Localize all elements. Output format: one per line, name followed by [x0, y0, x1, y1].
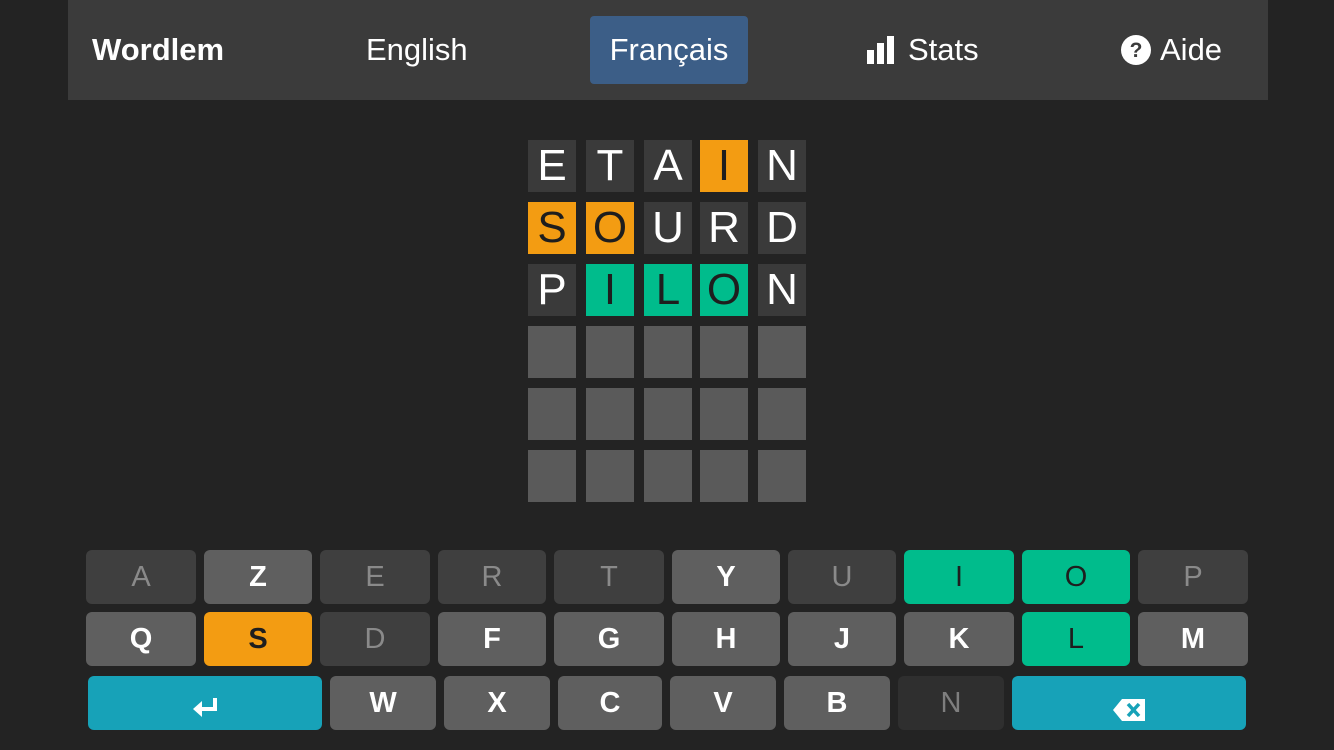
board-tile: [644, 326, 692, 378]
key-w[interactable]: W: [330, 676, 436, 730]
key-h[interactable]: H: [672, 612, 780, 666]
key-j[interactable]: J: [788, 612, 896, 666]
board-tile: [700, 450, 748, 502]
help-link[interactable]: ? Aide: [1120, 0, 1222, 100]
backspace-icon: [1112, 698, 1146, 722]
board-tile: [644, 388, 692, 440]
board-tile: U: [644, 202, 692, 254]
app-brand[interactable]: Wordlem: [92, 0, 224, 100]
board-tile: N: [758, 264, 806, 316]
key-x[interactable]: X: [444, 676, 550, 730]
board-tile: [586, 450, 634, 502]
language-french-link[interactable]: Français: [590, 16, 748, 84]
backspace-key[interactable]: [1012, 676, 1246, 730]
board-tile: N: [758, 140, 806, 192]
board-tile: [644, 450, 692, 502]
enter-icon: [190, 696, 220, 724]
key-e[interactable]: E: [320, 550, 430, 604]
bar-chart-icon: [866, 35, 900, 65]
key-l[interactable]: L: [1022, 612, 1130, 666]
key-q[interactable]: Q: [86, 612, 196, 666]
board-tile: [586, 388, 634, 440]
board-tile: D: [758, 202, 806, 254]
help-label: Aide: [1160, 32, 1223, 67]
key-p[interactable]: P: [1138, 550, 1248, 604]
board-tile: [700, 388, 748, 440]
board-tile: I: [586, 264, 634, 316]
board-tile: O: [700, 264, 748, 316]
key-m[interactable]: M: [1138, 612, 1248, 666]
board-tile: [758, 388, 806, 440]
key-i[interactable]: I: [904, 550, 1014, 604]
board-tile: L: [644, 264, 692, 316]
board-tile: [700, 326, 748, 378]
key-t[interactable]: T: [554, 550, 664, 604]
key-y[interactable]: Y: [672, 550, 780, 604]
board-tile: P: [528, 264, 576, 316]
board-tile: T: [586, 140, 634, 192]
key-o[interactable]: O: [1022, 550, 1130, 604]
board-tile: [758, 326, 806, 378]
stats-link[interactable]: Stats: [866, 0, 979, 100]
language-english-link[interactable]: English: [366, 0, 468, 100]
board-tile: S: [528, 202, 576, 254]
question-circle-icon: ?: [1120, 34, 1152, 66]
key-c[interactable]: C: [558, 676, 662, 730]
key-z[interactable]: Z: [204, 550, 312, 604]
board-tile: [528, 326, 576, 378]
key-a[interactable]: A: [86, 550, 196, 604]
key-f[interactable]: F: [438, 612, 546, 666]
board-tile: O: [586, 202, 634, 254]
board-tile: A: [644, 140, 692, 192]
key-g[interactable]: G: [554, 612, 664, 666]
key-b[interactable]: B: [784, 676, 890, 730]
board-tile: R: [700, 202, 748, 254]
key-k[interactable]: K: [904, 612, 1014, 666]
key-d[interactable]: D: [320, 612, 430, 666]
key-s[interactable]: S: [204, 612, 312, 666]
enter-key[interactable]: [88, 676, 322, 730]
board-tile: [528, 388, 576, 440]
board-tile: [758, 450, 806, 502]
top-navbar: Wordlem English Français Stats ? Aide: [68, 0, 1268, 100]
stats-label: Stats: [908, 32, 979, 67]
key-u[interactable]: U: [788, 550, 896, 604]
key-v[interactable]: V: [670, 676, 776, 730]
board-tile: [528, 450, 576, 502]
board-tile: I: [700, 140, 748, 192]
svg-text:?: ?: [1130, 39, 1143, 62]
board-tile: E: [528, 140, 576, 192]
key-n[interactable]: N: [898, 676, 1004, 730]
board-tile: [586, 326, 634, 378]
key-r[interactable]: R: [438, 550, 546, 604]
